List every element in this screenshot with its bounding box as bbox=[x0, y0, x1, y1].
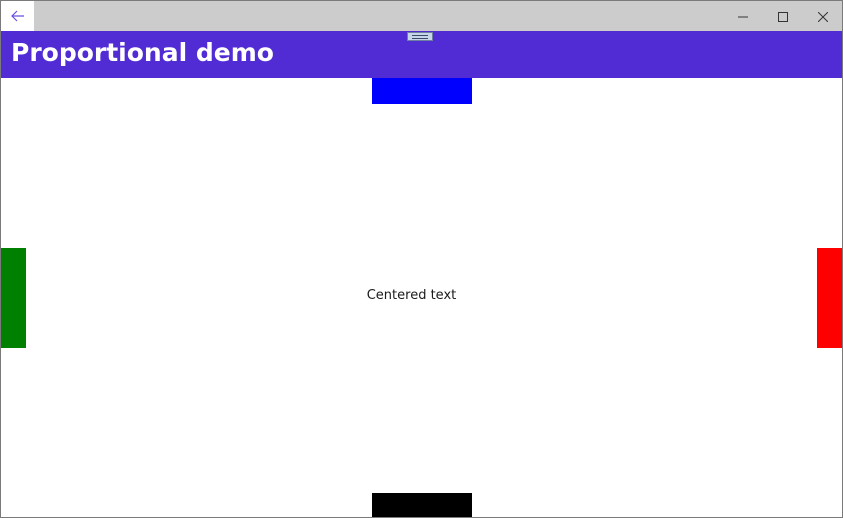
arrow-left-icon bbox=[10, 7, 25, 26]
close-icon bbox=[817, 7, 829, 26]
bottom-box bbox=[372, 493, 472, 517]
title-bar[interactable] bbox=[1, 1, 842, 31]
back-button[interactable] bbox=[1, 1, 34, 31]
proportional-layout: Centered text bbox=[1, 78, 842, 517]
minimize-icon bbox=[738, 7, 748, 26]
page-title: Proportional demo bbox=[11, 38, 274, 67]
top-box bbox=[372, 78, 472, 104]
maximize-button[interactable] bbox=[763, 1, 803, 31]
app-bar: Proportional demo bbox=[1, 31, 842, 78]
app-window: Proportional demo Centered text bbox=[0, 0, 843, 518]
drag-handle[interactable] bbox=[407, 32, 433, 41]
close-button[interactable] bbox=[803, 1, 842, 31]
centered-text-label: Centered text bbox=[366, 288, 457, 303]
minimize-button[interactable] bbox=[723, 1, 763, 31]
maximize-icon bbox=[778, 7, 788, 26]
